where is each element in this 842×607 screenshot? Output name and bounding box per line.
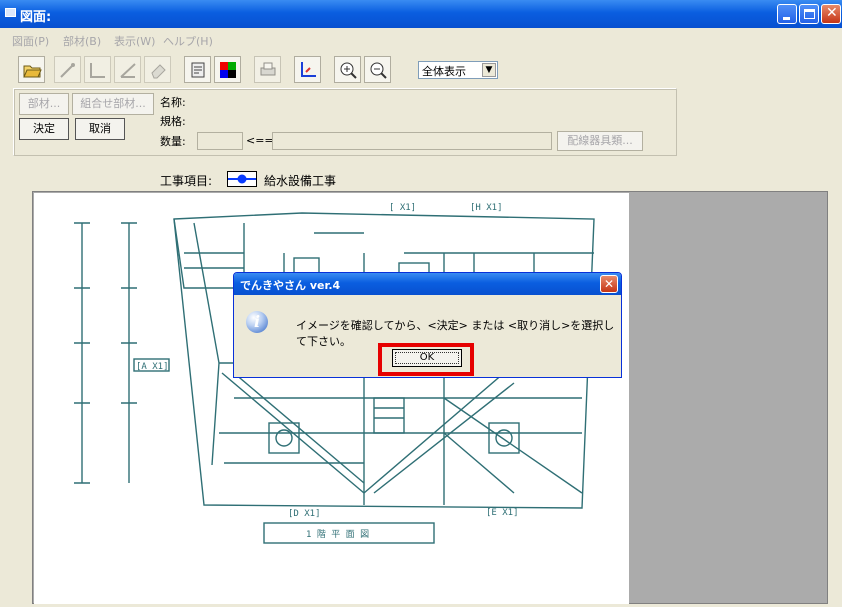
kettei-button[interactable]: 決定 [19,118,69,140]
dialog-title: でんきやさん ver.4 [240,279,341,292]
parts-icon[interactable] [184,56,211,83]
menu-bar: 図面(P) 部材(B) 表示(W) ヘルプ(H) [0,30,842,48]
plan-label-2: [H X1] [470,203,503,213]
dialog-close-icon[interactable]: ✕ [600,275,618,293]
color-palette-icon[interactable] [214,56,241,83]
kouji-label: 工事項目: [160,174,213,188]
highlight-box [378,343,474,376]
menu-zumen[interactable]: 図面(P) [12,33,49,49]
drawing-canvas[interactable]: [ X1] [H X1] [A X1] [D X1] [E X1] 1 階 平 … [32,191,828,604]
buzai-name-field[interactable] [272,132,552,150]
suuryou-label: 数量: [160,135,186,148]
menu-buzai[interactable]: 部材(B) [63,33,101,49]
open-folder-icon[interactable] [18,56,45,83]
zoom-in-icon[interactable] [334,56,361,83]
minimize-button[interactable] [777,4,797,24]
window-icon [5,8,16,17]
water-supply-icon [227,171,257,187]
kikaku-label: 規格: [160,115,186,128]
plan-label-3: [A X1] [136,362,169,372]
window-titlebar: 図面: ✕ [0,0,842,28]
close-button[interactable]: ✕ [821,4,841,24]
arrow-label: <== [246,134,274,147]
menu-help[interactable]: ヘルプ(H) [163,33,213,49]
meisho-label: 名称: [160,96,186,109]
plan-label-1: [ X1] [389,203,416,213]
plan-title: 1 階 平 面 図 [306,529,369,540]
floor-plan-drawing: [ X1] [H X1] [A X1] [D X1] [E X1] 1 階 平 … [34,193,629,604]
kouji-value: 給水設備工事 [264,174,337,188]
plan-label-5: [E X1] [486,508,519,518]
info-icon: i [246,311,268,333]
parts-panel: 部材... 組合せ部材... 決定 取消 名称: 規格: 数量: <== 配線器… [13,88,677,156]
buzai-button[interactable]: 部材... [19,93,69,115]
torikeshi-button[interactable]: 取消 [75,118,125,140]
kumiawase-button[interactable]: 組合せ部材... [72,93,154,115]
toolbar: 全体表示 ▼ [18,52,518,88]
maximize-button[interactable] [799,4,819,24]
dialog-titlebar: でんきやさん ver.4 ✕ [234,273,621,295]
window-title: 図面: [20,10,52,25]
axis-icon[interactable] [294,56,321,83]
suuryou-field[interactable] [197,132,243,150]
zoom-select-value: 全体表示 [422,65,466,78]
chevron-down-icon[interactable]: ▼ [482,63,496,77]
angle-tool-icon[interactable] [114,56,141,83]
zoom-select[interactable]: 全体表示 ▼ [418,61,498,79]
floor-plan-svg: [ X1] [H X1] [A X1] [D X1] [E X1] 1 階 平 … [74,203,595,544]
menu-hyouji[interactable]: 表示(W) [114,33,155,49]
wire-tool-icon[interactable] [54,56,81,83]
erase-tool-icon[interactable] [144,56,171,83]
print-icon[interactable] [254,56,281,83]
haisen-button[interactable]: 配線器具類... [557,131,643,151]
plan-label-4: [D X1] [288,509,321,519]
zoom-out-icon[interactable] [364,56,391,83]
bend-tool-icon[interactable] [84,56,111,83]
